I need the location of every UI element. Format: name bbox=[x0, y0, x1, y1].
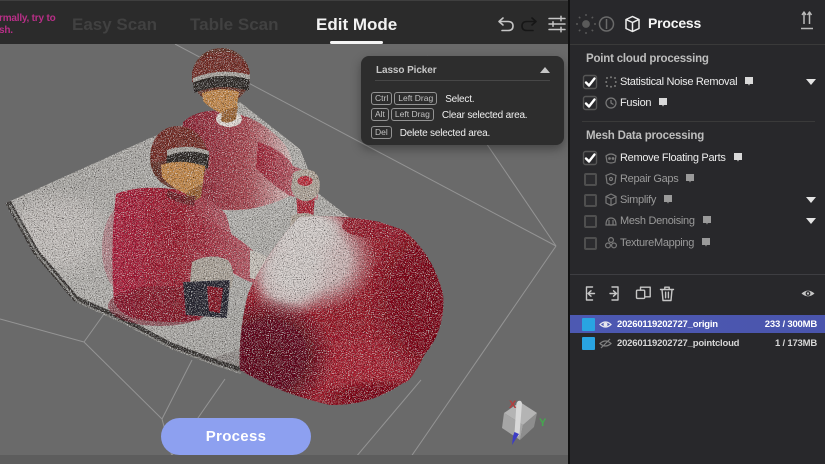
svg-text:X: X bbox=[509, 399, 517, 411]
svg-text:Y: Y bbox=[539, 417, 547, 429]
